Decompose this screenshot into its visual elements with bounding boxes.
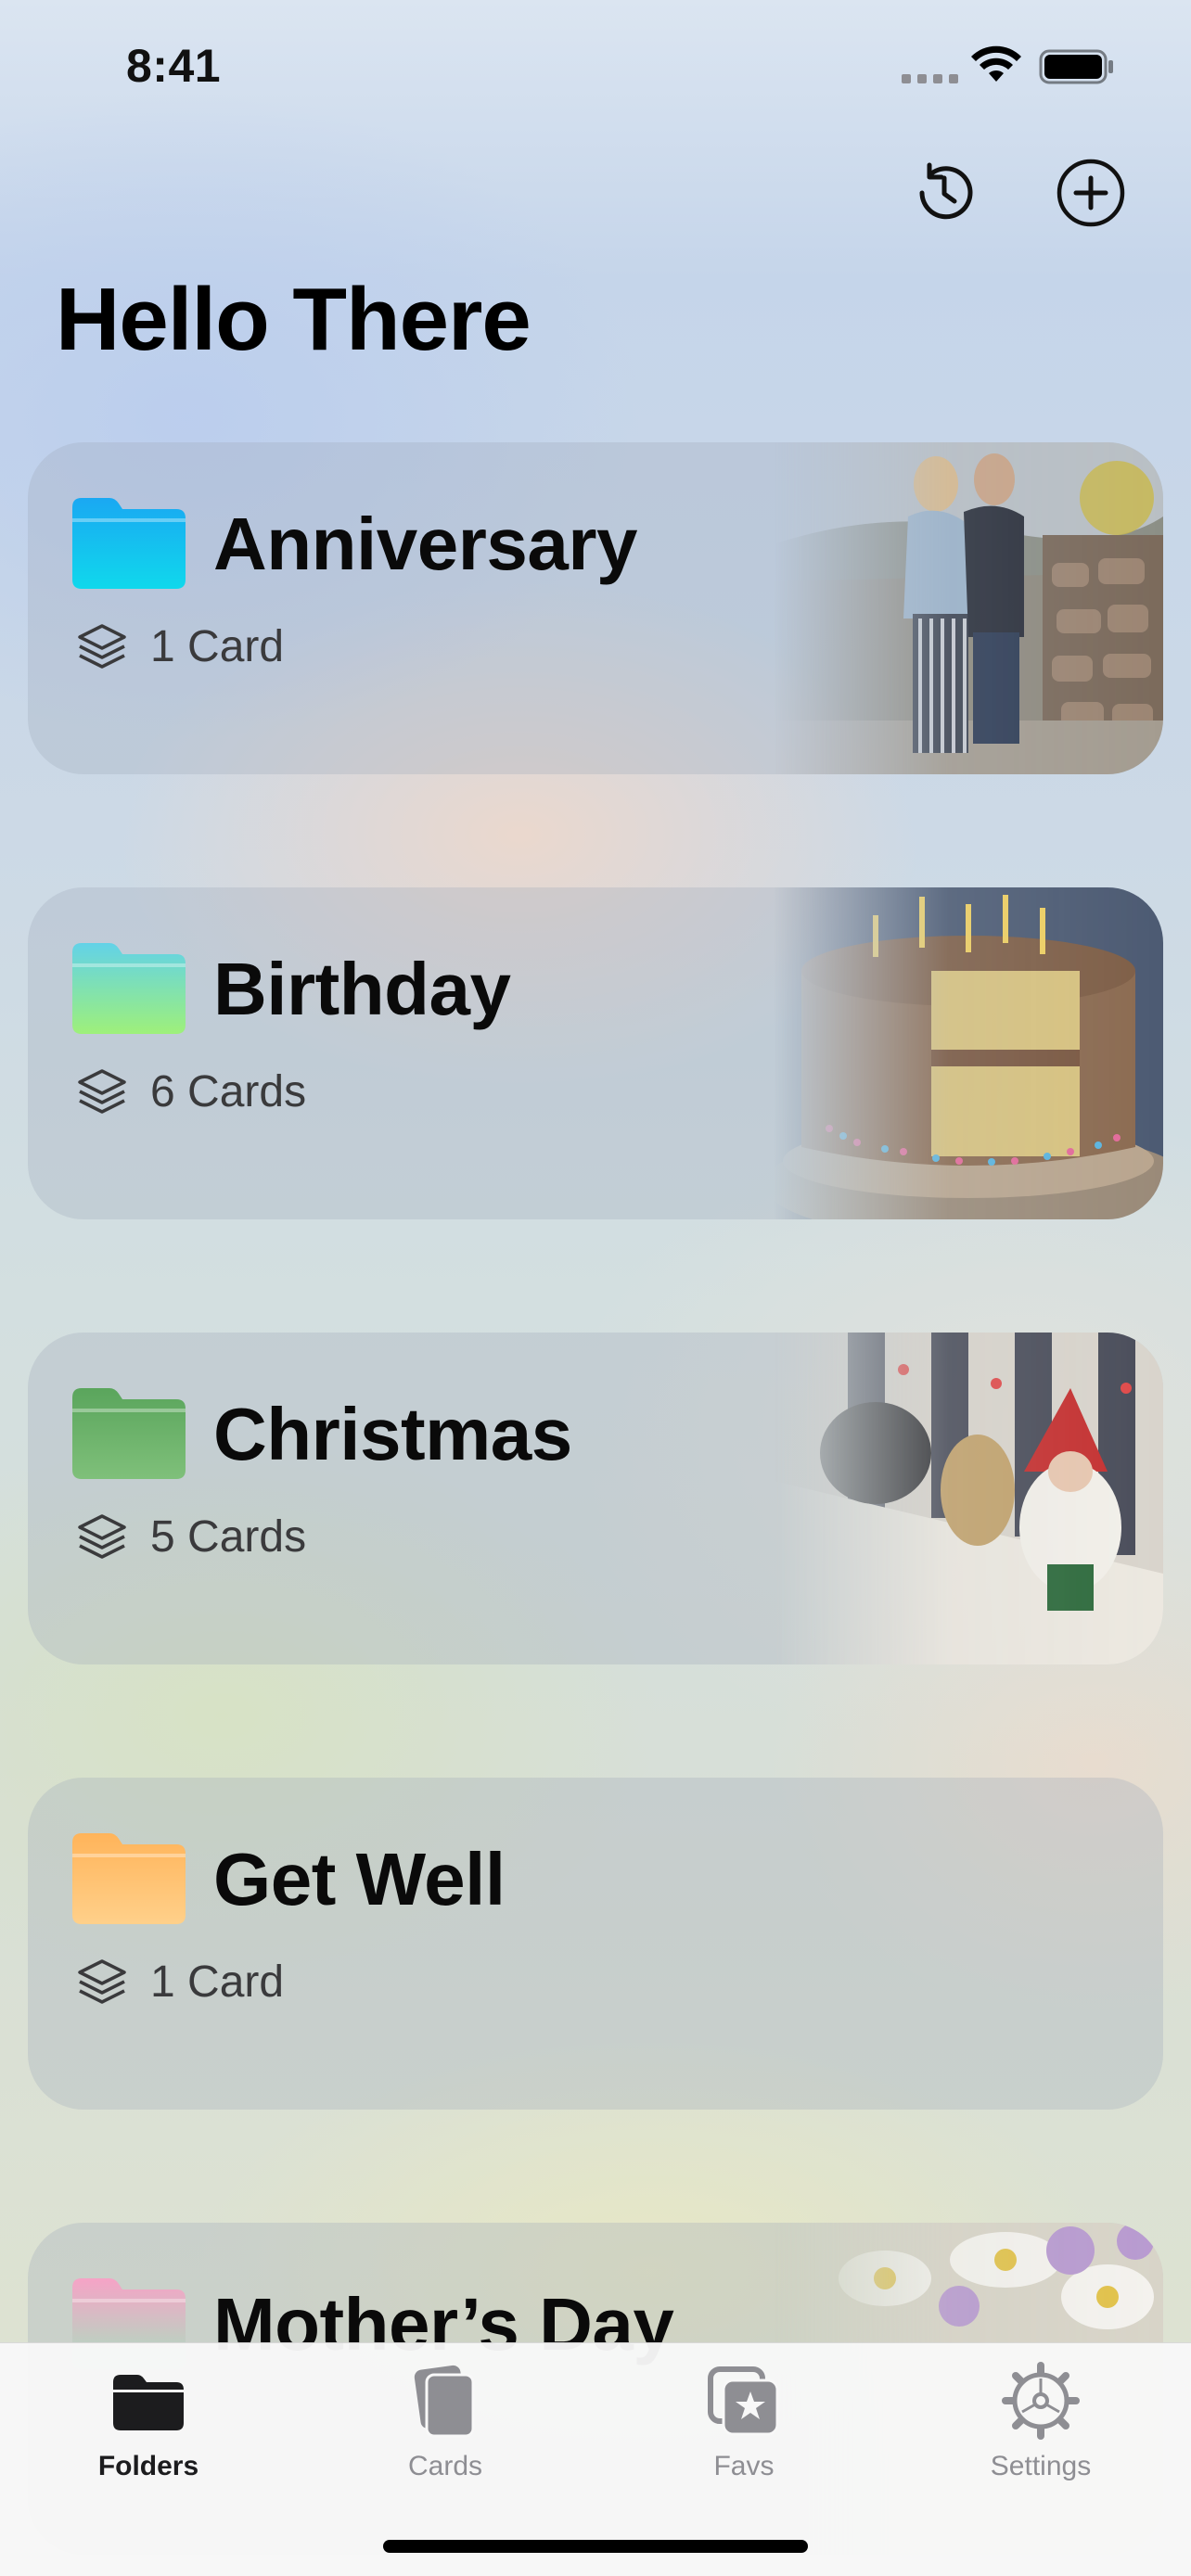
battery-icon [1039,49,1113,84]
couple-photo [774,442,1163,774]
cake-photo [774,887,1163,1219]
stack-icon [78,1959,126,2004]
stack-icon [78,624,126,669]
tab-label: Favs [713,2451,775,2481]
wifi-icon [971,45,1021,82]
page-title: Hello There [56,270,531,369]
card-count: 1 Card [150,622,285,671]
status-time: 8:41 [126,40,222,92]
card-count: 1 Card [150,1958,285,2007]
folder-card-birthday[interactable]: Birthday 6 Cards [28,887,1163,1219]
folder-name: Anniversary [213,503,637,585]
tab-folders[interactable]: Folders [46,2362,250,2501]
folder-icon [72,943,186,1034]
home-indicator[interactable] [383,2540,808,2553]
folder-card-anniversary[interactable]: Anniversary 1 Card [28,442,1163,774]
tab-cards[interactable]: Cards [343,2362,547,2501]
folder-card-christmas[interactable]: Christmas 5 Cards [28,1333,1163,1664]
tab-bar: Folders Cards Favs Settings [0,2342,1191,2576]
cellular-signal-icon [902,74,958,83]
tab-favs[interactable]: Favs [642,2362,846,2501]
tab-label: Cards [407,2451,483,2481]
folder-name: Get Well [213,1838,506,1920]
favs-star-icon [708,2366,779,2436]
tab-label: Folders [97,2451,199,2481]
christmas-decor-photo [774,1333,1163,1664]
cards-icon [414,2365,475,2438]
folder-name: Birthday [213,948,511,1030]
folder-icon [72,498,186,589]
folder-icon [72,1388,186,1479]
card-count: 6 Cards [150,1067,307,1116]
plus-circle-icon [1057,159,1125,227]
folder-icon [113,2375,184,2430]
tab-settings[interactable]: Settings [939,2362,1143,2501]
history-button[interactable] [909,158,980,228]
folder-card-get-well[interactable]: Get Well 1 Card [28,1778,1163,2110]
folder-name: Christmas [213,1393,572,1475]
history-icon [919,162,973,220]
tab-label: Settings [990,2451,1092,2481]
gear-icon [1002,2362,1080,2440]
app-screen: 8:41 Hello There Anniversary 1 Card Birt… [0,0,1191,2576]
stack-icon [78,1069,126,1114]
card-count: 5 Cards [150,1512,307,1562]
folder-icon [72,1833,186,1924]
add-folder-button[interactable] [1056,158,1126,228]
stack-icon [78,1514,126,1559]
